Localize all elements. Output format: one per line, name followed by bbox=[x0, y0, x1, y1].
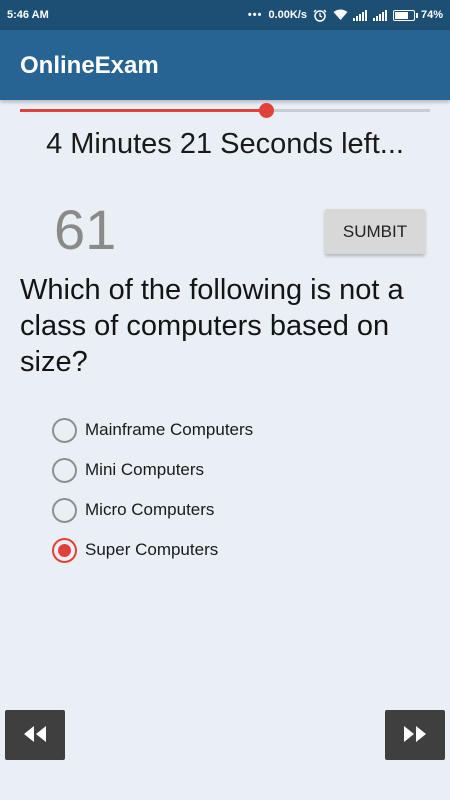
option-mini[interactable]: Mini Computers bbox=[52, 450, 402, 490]
battery-icon bbox=[392, 9, 418, 21]
option-label: Super Computers bbox=[85, 540, 219, 559]
more-dots-icon: ••• bbox=[247, 9, 263, 21]
time-progress-slider[interactable] bbox=[20, 103, 430, 118]
fast-forward-icon bbox=[400, 724, 430, 747]
progress-thumb[interactable] bbox=[259, 103, 274, 118]
radio-button[interactable] bbox=[52, 417, 77, 443]
status-time: 5:46 AM bbox=[7, 9, 49, 21]
progress-fill bbox=[20, 109, 266, 112]
radio-button[interactable] bbox=[52, 457, 77, 483]
app-bar: OnlineExam bbox=[0, 30, 450, 100]
option-label: Mini Computers bbox=[85, 460, 205, 479]
previous-question-button[interactable] bbox=[5, 710, 65, 760]
status-bar: 5:46 AM ••• 0.00K/s 74% bbox=[0, 0, 450, 30]
network-speed: 0.00K/s bbox=[268, 9, 307, 21]
wifi-icon bbox=[333, 9, 348, 21]
battery-percent: 74% bbox=[420, 9, 443, 21]
question-number: 61 bbox=[54, 198, 117, 261]
question-text: Which of the following is not a class of… bbox=[20, 274, 404, 378]
status-icons: ••• 0.00K/s 74% bbox=[247, 9, 443, 22]
option-mainframe[interactable]: Mainframe Computers bbox=[52, 410, 402, 450]
option-super[interactable]: Super Computers bbox=[52, 530, 402, 570]
radio-button[interactable] bbox=[52, 497, 77, 523]
option-micro[interactable]: Micro Computers bbox=[52, 490, 402, 530]
radio-button-checked[interactable] bbox=[52, 537, 77, 563]
option-label: Micro Computers bbox=[85, 500, 215, 519]
app-title: OnlineExam bbox=[20, 52, 159, 79]
timer-text: 4 Minutes 21 Seconds left... bbox=[46, 128, 404, 160]
alarm-icon bbox=[313, 9, 327, 22]
next-question-button[interactable] bbox=[385, 710, 445, 760]
rewind-icon bbox=[20, 724, 50, 747]
option-label: Mainframe Computers bbox=[85, 420, 254, 439]
signal-icon bbox=[352, 9, 367, 21]
signal-icon bbox=[372, 9, 387, 21]
submit-button[interactable]: SUMBIT bbox=[325, 209, 425, 254]
answer-options: Mainframe Computers Mini Computers Micro… bbox=[52, 410, 402, 570]
